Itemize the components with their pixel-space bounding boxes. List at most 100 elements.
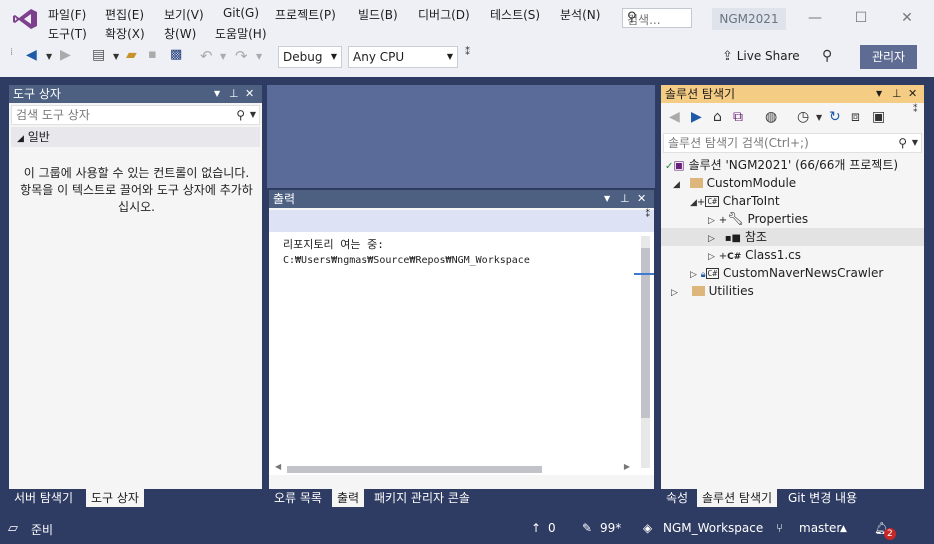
scroll-left-icon[interactable]: ◀ [275,462,281,471]
menu-debug[interactable]: 디버그(D) [418,6,470,23]
dropdown-icon[interactable]: ▼ [604,190,610,208]
maximize-icon[interactable]: ☐ [851,10,871,28]
redo-icon[interactable]: ↷ [235,47,248,67]
feedback-icon[interactable]: ⚲ [822,48,832,64]
menu-tools[interactable]: 도구(T) [48,25,87,42]
vertical-scrollbar[interactable] [641,236,650,468]
scroll-right-icon[interactable]: ▶ [624,462,630,471]
menu-analyze[interactable]: 분석(N) [560,6,600,23]
output-text-area[interactable]: 리포지토리 여는 중: C:₩Users₩ngmas₩Source₩Repos₩… [269,232,654,475]
dropdown-icon[interactable]: ▼ [214,85,220,103]
repo-icon[interactable]: ◈ [643,521,652,535]
arrow-up-icon[interactable]: ↑ [531,521,541,535]
menu-view[interactable]: 보기(V) [164,6,204,23]
back-icon[interactable]: ◀ [669,109,680,125]
tab-server-explorer[interactable]: 서버 탐색기 [9,489,78,507]
live-share-button[interactable]: ⇪ Live Share [722,49,800,64]
menu-test[interactable]: 테스트(S) [490,6,540,23]
open-folder-icon[interactable]: ▰ [126,47,137,67]
config-select[interactable]: Debug ▼ [278,46,342,68]
refresh-icon[interactable]: ↻ [829,109,841,125]
unpushed-count[interactable]: 0 [548,521,556,535]
tree-item-crawler[interactable]: ▷ 🔒︎ C# CustomNaverNewsCrawler [690,264,883,282]
toolbox-search-input[interactable]: 검색 도구 상자 ⚲ ▼ [11,105,260,125]
toolbar-overflow-icon[interactable]: ⁑ [465,47,470,67]
solution-search-input[interactable]: 솔루션 탐색기 검색(Ctrl+;) ⚲ ▼ [663,133,922,153]
search-input[interactable]: 검색... ⚲ [622,8,692,28]
tree-item-references[interactable]: ▷ ▪■ 참조 [661,228,924,246]
pin-icon[interactable]: ⊥ [892,85,902,103]
menu-window[interactable]: 창(W) [164,25,196,42]
tab-toolbox[interactable]: 도구 상자 [86,489,144,507]
add-pending-icon: + [718,251,728,262]
show-all-files-icon[interactable]: ▣ [872,109,885,125]
folder-icon [691,286,705,296]
close-icon[interactable]: ✕ [897,10,917,28]
pin-icon[interactable]: ⊥ [229,85,239,103]
branch-name[interactable]: master [799,521,841,535]
menu-file[interactable]: 파일(F) [48,6,86,23]
scrollbar-thumb[interactable] [287,466,542,473]
tree-item-chartoint[interactable]: ◢+ C# CharToInt [690,192,780,210]
tree-item-custommodule[interactable]: ◢ CustomModule [673,174,796,192]
dropdown-icon[interactable]: ▼ [876,85,882,103]
toolbox-group[interactable]: ◢ 일반 [11,127,260,147]
close-icon[interactable]: ✕ [908,85,917,103]
tab-error-list[interactable]: 오류 목록 [269,489,327,507]
tab-solution-explorer[interactable]: 솔루션 탐색기 [697,489,778,507]
new-project-icon[interactable]: ▤ [92,47,105,67]
branch-icon[interactable]: ⑂ [776,521,783,535]
chevron-down-icon[interactable]: ▼ [816,113,822,122]
solution-explorer-header: 솔루션 탐색기 ▼ ⊥ ✕ [661,85,924,103]
tree-item-solution[interactable]: ✓▣ 솔루션 'NGM2021' (66/66개 프로젝트) [665,156,898,174]
search-icon: ⚲ [627,10,637,25]
close-icon[interactable]: ✕ [637,190,646,208]
tab-git-changes[interactable]: Git 변경 내용 [783,489,862,507]
menu-git[interactable]: Git(G) [223,6,259,20]
chevron-up-icon[interactable]: ▲ [840,524,847,534]
platform-select[interactable]: Any CPU ▼ [348,46,458,68]
back-dropdown-icon[interactable]: ▼ [46,52,52,72]
toolbar-overflow-icon[interactable]: ⁑ [913,105,918,115]
menu-project[interactable]: 프로젝트(P) [275,6,336,23]
forward-icon[interactable]: ▶ [691,109,702,125]
tree-item-class1[interactable]: ▷ +C# Class1.cs [708,246,801,264]
repo-name[interactable]: NGM_Workspace [663,521,763,535]
back-icon[interactable]: ◀ [26,47,37,67]
undo-icon[interactable]: ↶ [200,47,213,67]
pencil-icon[interactable]: ✎ [582,521,592,535]
menu-extensions[interactable]: 확장(X) [105,25,145,42]
new-dropdown-icon[interactable]: ▼ [113,52,119,72]
expanded-icon: ◢ [690,198,697,208]
tree-item-properties[interactable]: ▷ +🔧︎ Properties [708,210,808,228]
collapse-all-icon[interactable]: ⧈ [851,109,860,125]
output-line: C:₩Users₩ngmas₩Source₩Repos₩NGM_Workspac… [283,255,530,266]
changes-count[interactable]: 99* [600,521,621,535]
close-icon[interactable]: ✕ [245,85,254,103]
solution-tree: ✓▣ 솔루션 'NGM2021' (66/66개 프로젝트) ◢ CustomM… [661,155,924,485]
toolbar-overflow-icon[interactable]: ⁑ [646,210,651,220]
globe-icon[interactable]: ◍ [765,109,777,125]
admin-button[interactable]: 관리자 [860,45,917,69]
home-icon[interactable]: ⌂ [713,109,722,125]
save-all-icon[interactable]: ▩ [170,47,182,67]
switch-views-icon[interactable]: ⧉ [733,109,743,125]
forward-icon[interactable]: ▶ [60,47,71,67]
menu-build[interactable]: 빌드(B) [358,6,398,23]
history-icon[interactable]: ◷ [797,109,809,125]
tab-output[interactable]: 출력 [332,489,365,507]
undo-dropdown-icon[interactable]: ▼ [220,52,226,72]
toolbox-header: 도구 상자 ▼ ⊥ ✕ [9,85,262,103]
toolbox-title: 도구 상자 [13,87,61,101]
tab-package-manager-console[interactable]: 패키지 관리자 콘솔 [369,489,475,507]
tab-properties[interactable]: 속성 [661,489,693,507]
menu-edit[interactable]: 편집(E) [105,6,144,23]
horizontal-scrollbar[interactable]: ◀ ▶ [275,462,630,474]
save-icon[interactable]: ▪ [148,47,157,67]
redo-dropdown-icon[interactable]: ▼ [256,52,262,72]
menu-help[interactable]: 도움말(H) [215,25,267,42]
pin-icon[interactable]: ⊥ [620,190,630,208]
tree-item-utilities[interactable]: ▷ Utilities [671,282,754,300]
right-tab-strip: 속성 솔루션 탐색기 Git 변경 내용 [661,489,924,509]
minimize-icon[interactable]: — [805,10,825,28]
